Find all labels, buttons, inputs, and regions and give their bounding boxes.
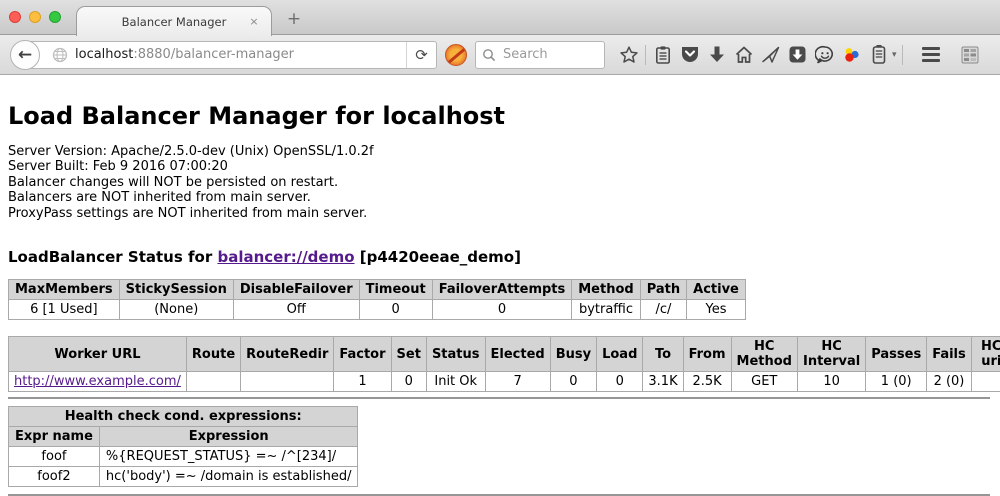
server-info: Server Version: Apache/2.5.0-dev (Unix) … <box>8 144 990 221</box>
battery-extension-icon <box>871 44 887 65</box>
inherit-note-line: Balancers are NOT inherited from main se… <box>8 190 990 205</box>
loadbalancer-status-heading: LoadBalancer Status for balancer://demo … <box>8 248 990 266</box>
send-plane-icon <box>761 45 781 65</box>
search-icon <box>482 48 496 62</box>
content-block-button[interactable] <box>445 44 467 66</box>
tab-bar: Balancer Manager × + <box>0 0 1000 35</box>
window-zoom-button[interactable] <box>49 11 61 23</box>
tab-preview-button[interactable] <box>957 41 984 68</box>
window-controls <box>9 11 61 23</box>
tab-preview-icon <box>960 45 980 65</box>
extension-dots-icon <box>841 45 862 65</box>
reading-list-icon <box>654 45 672 65</box>
back-button[interactable]: ← <box>10 40 40 70</box>
page-content: Load Balancer Manager for localhost Serv… <box>0 75 1000 496</box>
home-button[interactable] <box>730 41 757 68</box>
divider <box>8 397 990 399</box>
back-arrow-icon: ← <box>18 45 32 65</box>
toolbar-separator <box>902 45 903 65</box>
content-block-icon <box>445 44 467 66</box>
url-text: localhost:8880/balancer-manager <box>75 47 294 62</box>
table-header-row: Worker URL Route RouteRedir Factor Set S… <box>9 337 1000 372</box>
tab-title: Balancer Manager <box>122 15 227 29</box>
table-title-row: Health check cond. expressions: <box>9 407 358 427</box>
home-icon <box>734 45 754 64</box>
navigation-toolbar: ← localhost:8880/balancer-manager ⟳ <box>0 35 1000 75</box>
page-title: Load Balancer Manager for localhost <box>8 102 990 130</box>
url-host: localhost <box>75 47 133 62</box>
server-version-line: Server Version: Apache/2.5.0-dev (Unix) … <box>8 144 990 159</box>
reload-icon: ⟳ <box>415 46 428 64</box>
video-download-button[interactable] <box>784 41 811 68</box>
globe-icon <box>52 47 68 63</box>
reload-button[interactable]: ⟳ <box>406 42 436 68</box>
worker-url-link[interactable]: http://www.example.com/ <box>14 374 181 389</box>
feedback-button[interactable] <box>811 41 838 68</box>
url-bar[interactable]: localhost:8880/balancer-manager ⟳ <box>25 41 437 69</box>
worker-status-table: Worker URL Route RouteRedir Factor Set S… <box>8 336 1000 392</box>
server-built-line: Server Built: Feb 9 2016 07:00:20 <box>8 159 990 174</box>
persist-note-line: Balancer changes will NOT be persisted o… <box>8 175 990 190</box>
search-input[interactable] <box>501 46 591 63</box>
extension-dots-button[interactable] <box>838 41 865 68</box>
table-row: foof2 hc('body') =~ /domain is establish… <box>9 467 358 487</box>
proxypass-note-line: ProxyPass settings are NOT inherited fro… <box>8 206 990 221</box>
worker-row: http://www.example.com/ 1 0 Init Ok 7 0 … <box>9 372 1000 392</box>
search-bar[interactable] <box>475 41 605 69</box>
tab-close-icon[interactable]: × <box>247 15 261 29</box>
table-header-row: MaxMembers StickySession DisableFailover… <box>9 280 746 300</box>
url-path: :8880/balancer-manager <box>133 47 294 62</box>
new-tab-button[interactable]: + <box>282 6 306 32</box>
table-header-row: Expr name Expression <box>9 427 358 447</box>
menu-button[interactable] <box>918 41 945 68</box>
bookmark-star-icon <box>619 45 639 65</box>
toolbar-separator <box>645 45 646 65</box>
video-download-icon <box>788 45 807 64</box>
battery-extension-button[interactable] <box>865 41 892 68</box>
pocket-icon <box>680 45 700 64</box>
balancer-settings-table: MaxMembers StickySession DisableFailover… <box>8 279 746 320</box>
window-close-button[interactable] <box>9 11 21 23</box>
feedback-smiley-icon <box>815 45 835 65</box>
downloads-button[interactable] <box>703 41 730 68</box>
overflow-caret-icon[interactable]: ▾ <box>892 50 897 60</box>
balancer-demo-link[interactable]: balancer://demo <box>217 248 354 266</box>
health-table-title: Health check cond. expressions: <box>9 407 358 427</box>
downloads-icon <box>708 45 726 64</box>
tab-balancer-manager[interactable]: Balancer Manager × <box>76 6 272 36</box>
bookmark-button[interactable] <box>615 41 642 68</box>
table-row: 6 [1 Used] (None) Off 0 0 bytraffic /c/ … <box>9 300 746 320</box>
health-check-table: Health check cond. expressions: Expr nam… <box>8 406 358 487</box>
table-row: foof %{REQUEST_STATUS} =~ /^[234]/ <box>9 447 358 467</box>
send-to-device-button[interactable] <box>757 41 784 68</box>
reading-list-button[interactable] <box>649 41 676 68</box>
menu-icon <box>922 47 940 50</box>
pocket-button[interactable] <box>676 41 703 68</box>
window-minimize-button[interactable] <box>29 11 41 23</box>
